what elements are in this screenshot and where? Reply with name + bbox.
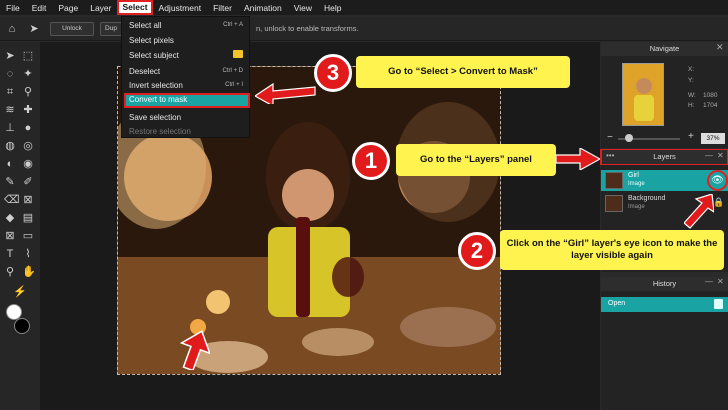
navigate-title: Navigate [601, 42, 728, 56]
background-color-swatch[interactable] [14, 318, 30, 334]
menu-item-select-subject[interactable]: Select subject [129, 51, 179, 60]
move-tool-icon[interactable]: ➤ [4, 50, 16, 62]
zoom-percent[interactable]: 37% [701, 133, 725, 144]
dodge-icon[interactable]: ◐ [4, 158, 16, 170]
menu-item-invert-selection[interactable]: Invert selection [129, 81, 183, 90]
menu-edit[interactable]: Edit [26, 3, 53, 13]
tool-panel: ➤ ⬚ ◌ ✦ ⌗ ⚲ ≋ ✚ ⊥ ● ◍ ◎ ◐ ◉ ✎ ✐ ⌫ ⊠ ◆ ▤ … [0, 42, 40, 410]
menu-file[interactable]: File [0, 3, 26, 13]
zoom-slider-handle[interactable] [625, 134, 633, 142]
lightning-icon[interactable]: ⚡ [13, 286, 27, 298]
duplicate-button[interactable]: Dup [100, 22, 122, 36]
navigate-thumbnail[interactable] [622, 63, 664, 126]
zoom-in-icon[interactable]: + [688, 131, 694, 142]
nav-w-label: W: [688, 92, 696, 99]
healing-icon[interactable]: ✚ [22, 104, 34, 116]
options-hint: n, unlock to enable transforms. [256, 24, 359, 33]
menu-page[interactable]: Page [52, 3, 84, 13]
layers-more-icon[interactable]: ••• [606, 151, 614, 160]
layer-thumb-background [605, 195, 623, 212]
liquify-icon[interactable]: ≋ [4, 104, 16, 116]
menu-item-deselect[interactable]: Deselect [129, 67, 160, 76]
menu-animation[interactable]: Animation [238, 3, 288, 13]
home-icon[interactable]: ⌂ [6, 23, 18, 35]
eye-icon[interactable]: 👁 [707, 170, 728, 191]
path-tool-icon[interactable]: ⌇ [22, 248, 34, 260]
menu-item-restore-selection: Restore selection [129, 127, 191, 136]
crown-icon [233, 50, 243, 58]
nav-x-label: X: [688, 66, 695, 73]
layer-type-girl: Image [628, 181, 645, 187]
callout-step1: Go to the “Layers” panel [396, 144, 556, 176]
nav-y-label: Y: [688, 77, 694, 84]
lasso-tool-icon[interactable]: ◌ [4, 68, 16, 80]
red-pointer-arrow-bottom [179, 330, 212, 375]
red-pointer-arrow-3 [253, 82, 317, 109]
layers-close-icon[interactable]: ✕ [717, 151, 724, 160]
history-open-icon [714, 299, 723, 309]
burn-icon[interactable]: ◉ [22, 158, 34, 170]
shortcut-select-all: Ctrl + A [223, 22, 243, 28]
eyedropper-icon[interactable]: ⚲ [22, 86, 34, 98]
history-item-label: Open [608, 300, 626, 307]
text-tool-icon[interactable]: T [4, 248, 16, 260]
menu-bar: File Edit Page Layer Select Adjustment F… [0, 0, 728, 15]
step3-badge: 3 [314, 54, 352, 92]
callout-step3: Go to “Select > Convert to Mask” [356, 56, 570, 88]
eraser-icon[interactable]: ⌫ [4, 194, 20, 206]
frame-tool-icon[interactable]: ▭ [22, 230, 34, 242]
history-item-open[interactable]: Open [601, 297, 728, 312]
nav-h-label: H: [688, 102, 695, 109]
unlock-button[interactable]: Unlock [50, 22, 94, 36]
menu-item-convert-to-mask[interactable]: Convert to mask [129, 95, 187, 104]
gradient-tool-icon[interactable]: ▤ [22, 212, 34, 224]
history-close-icon[interactable]: ✕ [717, 277, 724, 286]
magic-wand-icon[interactable]: ✦ [22, 68, 34, 80]
step1-badge: 1 [352, 142, 390, 180]
menu-view[interactable]: View [288, 3, 318, 13]
shape-tool-icon[interactable]: ⊠ [4, 230, 16, 242]
layer-type-background: Image [628, 204, 645, 210]
layer-row-girl[interactable]: Girl Image 👁 [601, 170, 728, 191]
red-pointer-arrow-2 [683, 193, 715, 235]
zoom-out-icon[interactable]: − [607, 132, 613, 143]
layers-minimize-icon[interactable]: — [705, 151, 713, 160]
marquee-tool-icon[interactable]: ⬚ [22, 50, 34, 62]
menu-layer[interactable]: Layer [84, 3, 117, 13]
zoom-tool-icon[interactable]: ⚲ [4, 266, 16, 278]
callout-step2: Click on the “Girl” layer's eye icon to … [500, 230, 724, 270]
layer-name-girl: Girl [628, 172, 639, 179]
clone-icon[interactable]: ⊠ [22, 194, 34, 206]
brush-tool-icon[interactable]: ✎ [4, 176, 16, 188]
red-pointer-arrow-1 [555, 146, 602, 175]
pencil-tool-icon[interactable]: ✐ [22, 176, 34, 188]
hand-tool-icon[interactable]: ✋ [22, 266, 36, 278]
sponge-icon[interactable]: ◎ [22, 140, 34, 152]
menu-help[interactable]: Help [318, 3, 347, 13]
move-arrow-icon[interactable]: ➤ [28, 23, 40, 35]
history-minimize-icon[interactable]: — [705, 277, 713, 286]
crop-tool-icon[interactable]: ⌗ [4, 86, 16, 98]
nav-w-value: 1080 [703, 92, 718, 99]
shortcut-invert: Ctrl + I [225, 82, 243, 88]
layer-thumb-girl [605, 172, 623, 189]
stamp-tool-icon[interactable]: ⊥ [4, 122, 16, 134]
globe-icon[interactable]: ◍ [4, 140, 16, 152]
shortcut-deselect: Ctrl + D [222, 68, 243, 74]
nav-h-value: 1704 [703, 102, 718, 109]
step2-badge: 2 [458, 232, 496, 270]
blur-tool-icon[interactable]: ● [22, 122, 34, 134]
lock-icon[interactable]: 🔒 [713, 197, 724, 208]
menu-filter[interactable]: Filter [207, 3, 238, 13]
menu-adjustment[interactable]: Adjustment [153, 3, 208, 13]
menu-item-save-selection[interactable]: Save selection [129, 113, 181, 122]
select-menu-dropdown: Select all Ctrl + A Select pixels Select… [121, 16, 250, 138]
menu-select[interactable]: Select [117, 0, 153, 15]
navigate-close-icon[interactable]: ✕ [716, 42, 724, 53]
menu-item-select-pixels[interactable]: Select pixels [129, 36, 174, 45]
menu-item-select-all[interactable]: Select all [129, 21, 161, 30]
fill-tool-icon[interactable]: ◆ [4, 212, 16, 224]
layer-name-background: Background [628, 195, 666, 202]
